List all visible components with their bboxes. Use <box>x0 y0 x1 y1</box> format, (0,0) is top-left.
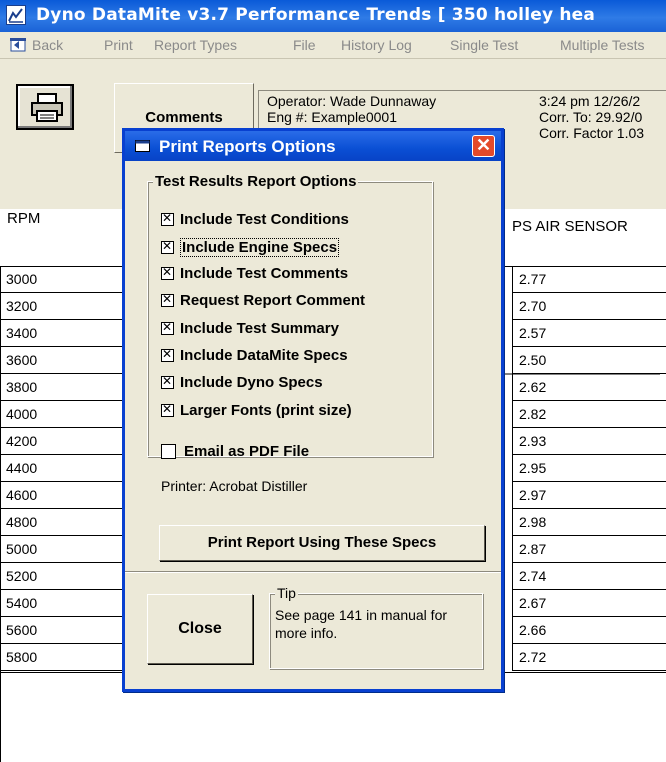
air-sensor-cell: 2.67 <box>513 590 666 617</box>
dialog-window-icon <box>135 140 150 152</box>
option-include-test-comments[interactable]: Include Test Comments <box>161 265 348 282</box>
rpm-cell: 5000 <box>0 536 130 563</box>
air-sensor-cell: 2.82 <box>513 401 666 428</box>
option-include-test-conditions[interactable]: Include Test Conditions <box>161 211 349 228</box>
email-pdf-label: Email as PDF File <box>184 443 310 460</box>
option-include-test-summary[interactable]: Include Test Summary <box>161 320 339 337</box>
checkbox[interactable] <box>161 211 174 226</box>
operator-text: Operator: Wade Dunnaway <box>267 93 437 109</box>
air-sensor-cell: 2.77 <box>513 266 666 293</box>
air-sensor-column-header: PS AIR SENSOR <box>512 218 628 235</box>
air-sensor-cell: 2.57 <box>513 320 666 347</box>
menu-report-types[interactable]: Report Types <box>154 37 237 53</box>
air-sensor-cell: 2.87 <box>513 536 666 563</box>
engine-number-text: Eng #: Example0001 <box>267 109 397 125</box>
tip-title: Tip <box>275 585 298 601</box>
menu-print[interactable]: Print <box>104 37 133 53</box>
printer-icon <box>31 93 63 122</box>
air-sensor-cell: 2.62 <box>513 374 666 401</box>
close-button[interactable]: Close <box>147 594 253 664</box>
air-sensor-cell: 2.97 <box>513 482 666 509</box>
checkbox[interactable] <box>161 320 174 335</box>
rpm-cell: 4200 <box>0 428 130 455</box>
menu-single-test[interactable]: Single Test <box>450 37 518 53</box>
checkbox[interactable] <box>161 265 174 280</box>
checkbox[interactable] <box>161 239 174 254</box>
option-include-dyno-specs[interactable]: Include Dyno Specs <box>161 374 323 391</box>
menu-multiple-tests[interactable]: Multiple Tests <box>560 37 645 53</box>
window-title-bar: Dyno DataMite v3.7 Performance Trends [ … <box>0 0 666 32</box>
email-as-pdf-option[interactable]: Email as PDF File <box>161 443 309 460</box>
option-larger-fonts[interactable]: Larger Fonts (print size) <box>161 402 352 419</box>
rpm-column-header: RPM <box>7 210 41 227</box>
air-sensor-cell: 2.93 <box>513 428 666 455</box>
menu-history-log[interactable]: History Log <box>341 37 412 53</box>
air-sensor-column: 2.77 2.70 2.57 2.50 2.62 2.82 2.93 2.95 2.97 2.98… <box>512 266 666 671</box>
report-options-group-title: Test Results Report Options <box>153 173 359 190</box>
back-arrow-icon[interactable] <box>10 38 26 52</box>
printer-name-text: Printer: Acrobat Distiller <box>161 478 308 494</box>
air-sensor-cell: 2.98 <box>513 509 666 536</box>
window-title: Dyno DataMite v3.7 Performance Trends [ … <box>36 5 596 25</box>
app-chart-icon <box>6 5 26 25</box>
rpm-cell: 4000 <box>0 401 130 428</box>
rpm-cell: 3200 <box>0 293 130 320</box>
rpm-cell: 5800 <box>0 644 130 671</box>
dialog-separator <box>125 571 501 573</box>
tip-text: See page 141 in manual for more info. <box>275 607 448 641</box>
checkbox[interactable] <box>161 402 174 417</box>
menu-back[interactable]: Back <box>32 37 63 53</box>
correction-factor-text: Corr. Factor 1.03 <box>539 125 645 141</box>
air-sensor-cell: 2.66 <box>513 617 666 644</box>
air-sensor-cell: 2.95 <box>513 455 666 482</box>
print-report-button[interactable]: Print Report Using These Specs <box>159 525 485 561</box>
rpm-cell: 3400 <box>0 320 130 347</box>
test-time-text: 3:24 pm 12/26/2 <box>539 93 641 109</box>
air-sensor-cell: 2.50 <box>513 347 666 374</box>
dialog-title: Print Reports Options <box>159 137 336 156</box>
dialog-title-bar: Print Reports Options ✕ <box>125 131 501 161</box>
rpm-cell: 3800 <box>0 374 130 401</box>
option-request-report-comment[interactable]: Request Report Comment <box>161 292 365 309</box>
menu-bar: Back Print Report Types File History Log… <box>0 32 666 59</box>
air-sensor-cell: 2.72 <box>513 644 666 671</box>
air-sensor-cell: 2.70 <box>513 293 666 320</box>
checkbox[interactable] <box>161 347 174 362</box>
email-pdf-checkbox[interactable] <box>161 444 176 459</box>
air-sensor-cell: 2.74 <box>513 563 666 590</box>
print-reports-options-dialog: Print Reports Options ✕ Test Results Rep… <box>122 128 504 692</box>
print-toolbar-button[interactable] <box>16 84 74 130</box>
option-include-datamite-specs[interactable]: Include DataMite Specs <box>161 347 348 364</box>
rpm-cell: 5400 <box>0 590 130 617</box>
option-include-engine-specs[interactable]: Include Engine Specs <box>161 238 340 257</box>
checkbox[interactable] <box>161 374 174 389</box>
correction-to-text: Corr. To: 29.92/0 <box>539 109 643 125</box>
rpm-cell: 3600 <box>0 347 130 374</box>
rpm-cell: 3000 <box>0 266 130 293</box>
checkbox[interactable] <box>161 292 174 307</box>
menu-file[interactable]: File <box>293 37 316 53</box>
close-icon[interactable]: ✕ <box>472 135 495 157</box>
rpm-cell: 5600 <box>0 617 130 644</box>
rpm-cell: 4400 <box>0 455 130 482</box>
rpm-cell: 5200 <box>0 563 130 590</box>
rpm-cell: 4800 <box>0 509 130 536</box>
rpm-cell: 4600 <box>0 482 130 509</box>
